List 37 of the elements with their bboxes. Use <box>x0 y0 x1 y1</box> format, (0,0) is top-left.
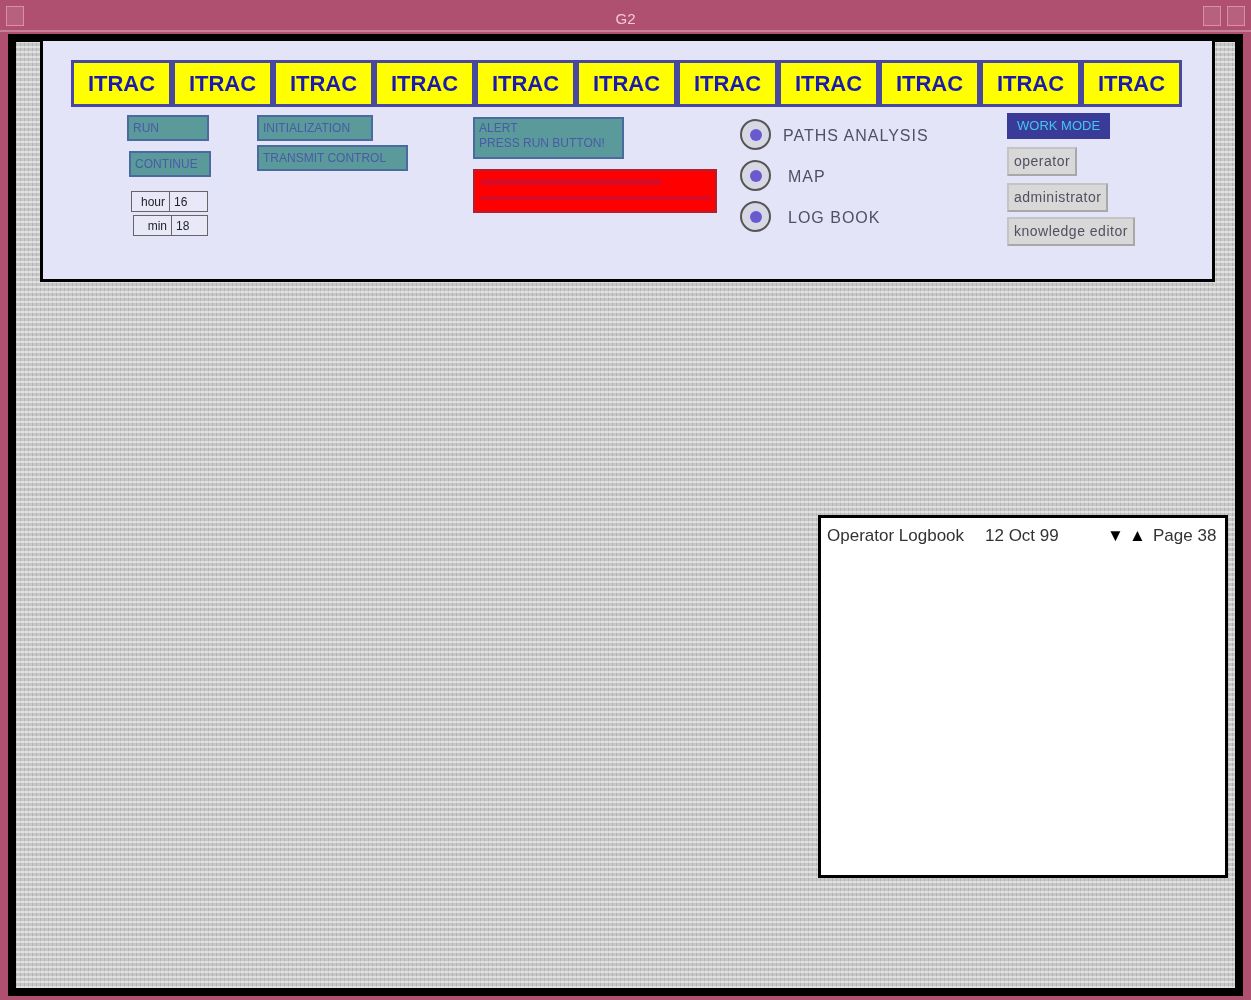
mode-button[interactable]: operator <box>1007 147 1078 176</box>
clock-value: 18 <box>175 218 191 235</box>
clock-field[interactable]: min 18 <box>133 215 208 236</box>
work-mode-label: WORK MODE <box>1007 113 1111 139</box>
radio-label: MAP <box>788 167 826 187</box>
itrac-tab[interactable]: ITRAC <box>71 60 172 107</box>
radio-button[interactable] <box>740 160 771 191</box>
itrac-tab[interactable]: ITRAC <box>879 60 980 107</box>
alert-message: ALERT PRESS RUN BUTTON! <box>473 117 624 159</box>
logbook-title: Operator Logbook <box>827 525 965 547</box>
window-title: G2 <box>615 9 636 29</box>
radio-button[interactable] <box>740 201 771 232</box>
itrac-tab[interactable]: ITRAC <box>273 60 374 107</box>
radio-dot <box>749 128 762 141</box>
clock-value: 16 <box>173 194 189 211</box>
logbook-date: 12 Oct 99 <box>985 525 1059 547</box>
itrac-tab[interactable]: ITRAC <box>475 60 576 107</box>
radio-dot <box>749 169 762 182</box>
mode-button[interactable]: knowledge editor <box>1007 217 1135 246</box>
radio-dot <box>749 210 762 223</box>
itrac-tab[interactable]: ITRAC <box>677 60 778 107</box>
itrac-tab[interactable]: ITRAC <box>172 60 273 107</box>
itrac-tab[interactable]: ITRAC <box>374 60 475 107</box>
itrac-tab[interactable]: ITRAC <box>1081 60 1182 107</box>
clock-field[interactable]: hour 16 <box>131 191 208 212</box>
itrac-tab[interactable]: ITRAC <box>576 60 677 107</box>
page-down-button[interactable]: ▼ <box>1107 523 1124 549</box>
clock-label: hour <box>132 192 170 211</box>
page-up-button[interactable]: ▲ <box>1129 523 1146 549</box>
radio-button[interactable] <box>740 119 771 150</box>
radio-label: PATHS ANALYSIS <box>783 126 929 146</box>
itrac-tab[interactable]: ITRAC <box>778 60 879 107</box>
radio-label: LOG BOOK <box>788 208 881 228</box>
clock-label: min <box>134 216 172 235</box>
mode-button[interactable]: administrator <box>1007 183 1109 212</box>
page-number: Page 38 <box>1153 525 1217 547</box>
itrac-tab[interactable]: ITRAC <box>980 60 1081 107</box>
